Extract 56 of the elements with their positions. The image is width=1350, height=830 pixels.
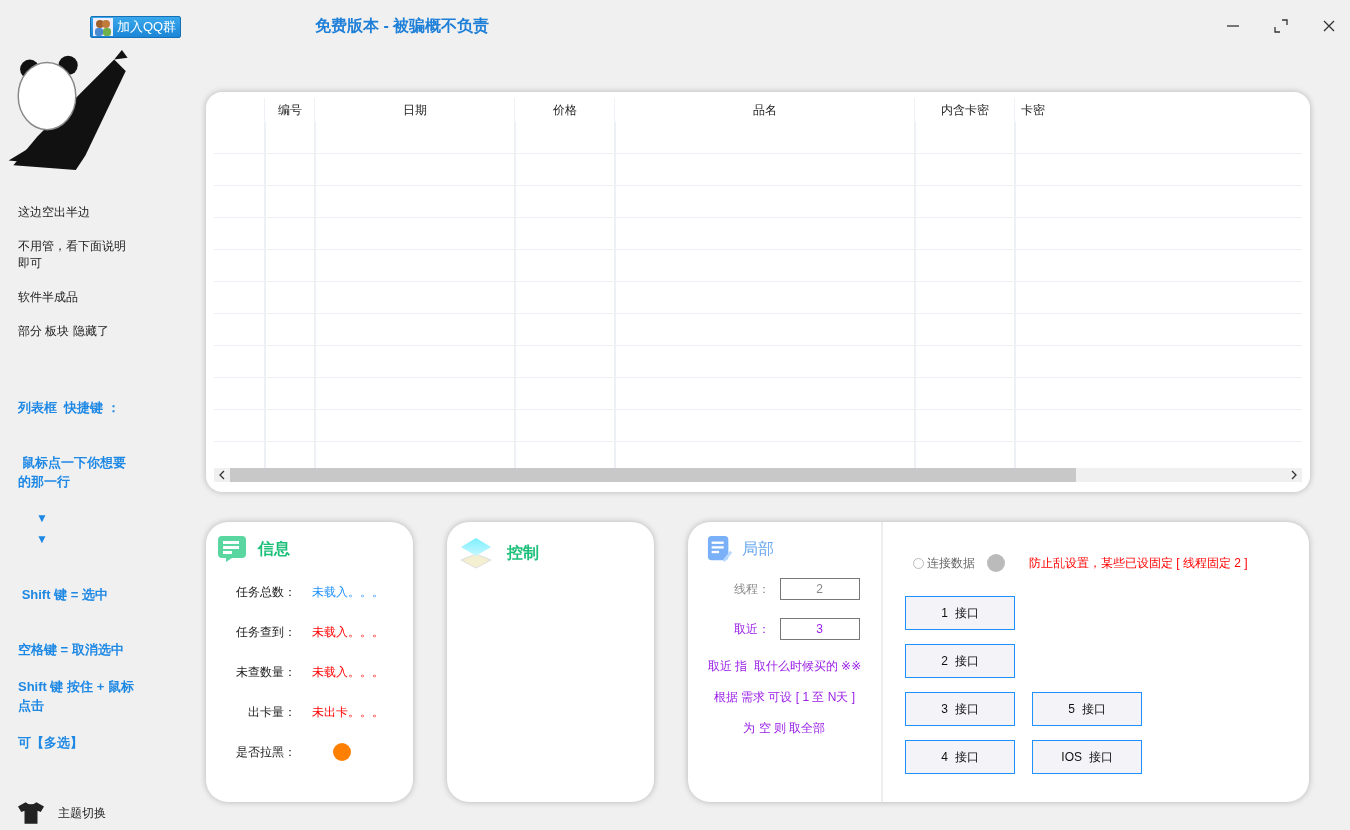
note-text: 不用管，看下面说明即可 [18,238,127,272]
help-text: Shift 键 = 选中 [20,586,109,604]
field-label: 任务查到： [235,623,296,641]
field-label: 取近： [732,620,770,638]
people-icon [93,18,113,36]
layers-icon [459,536,493,570]
help-text: 列表框 快捷键 ： [18,399,121,417]
interface-button[interactable]: 3 接口 [905,692,1015,726]
column-header[interactable]: 品名 [614,98,914,122]
help-text: 可【多选】 [18,734,84,752]
interface-button[interactable]: 2 接口 [905,644,1015,678]
field-label: 未查数量： [235,663,296,681]
panel-title: 局部 [742,538,774,559]
interface-button[interactable]: IOS 接口 [1032,740,1142,774]
column-header[interactable]: 日期 [314,98,514,122]
hint-text: 根据 需求 可设 [ 1 至 N天 ] [713,689,856,706]
column-header[interactable]: 价格 [514,98,614,122]
interface-button[interactable]: 5 接口 [1032,692,1142,726]
scrollbar-thumb[interactable] [230,468,1076,482]
warning-text: 防止乱设置，某些已设固定 [ 线程固定 2 ] [1029,554,1248,572]
field-value: 未载入。。。 [312,663,384,681]
document-icon [706,536,734,562]
column-header[interactable]: 卡密 [1014,98,1302,122]
interface-button[interactable]: 4 接口 [905,740,1015,774]
help-text: 鼠标点一下你想要的那一行 [18,454,127,491]
note-text: 这边空出半边 [18,204,91,221]
down-arrow-icon: ▼ [36,509,136,528]
help-text: Shift 键 按住 + 鼠标点击 [18,678,135,715]
help-text: 空格键 = 取消选中 [18,641,125,659]
note-text: 部分 板块 隐藏了 [18,323,110,340]
column-header[interactable]: 编号 [264,98,314,122]
field-label: 是否拉黑： [235,743,296,761]
input-field[interactable]: 3 [779,618,860,640]
field-label: 出卡量： [247,703,296,721]
panel-title: 控制 [507,542,539,563]
scroll-left-icon[interactable] [218,470,226,480]
theme-switch-button[interactable]: 主题切换 [18,802,106,824]
window-title: 免费版本 - 被骗概不负责 [315,15,490,37]
interface-button[interactable]: 1 接口 [905,596,1015,630]
chat-bubble-icon [218,536,246,562]
field-label: 线程： [732,580,770,598]
shirt-icon [18,802,44,824]
connect-radio[interactable]: 连接数据 [913,554,975,572]
hint-text: 为 空 则 取全部 [743,720,826,737]
field-value: 未出卡。。。 [312,703,384,721]
close-icon [1322,19,1336,33]
panel-title: 信息 [258,538,290,559]
column-header[interactable]: 内含卡密 [914,98,1014,122]
scroll-right-icon[interactable] [1290,470,1298,480]
field-value: 未载入。。。 [312,623,384,641]
down-arrow-icon: ▼ [36,530,136,549]
hint-text: 取近 指 取什么时候买的 ※※ [707,658,862,675]
maximize-icon [1274,19,1288,33]
note-text: 软件半成品 [18,289,79,306]
field-value: 未载入。。。 [312,583,384,601]
field-label: 任务总数： [235,583,296,601]
